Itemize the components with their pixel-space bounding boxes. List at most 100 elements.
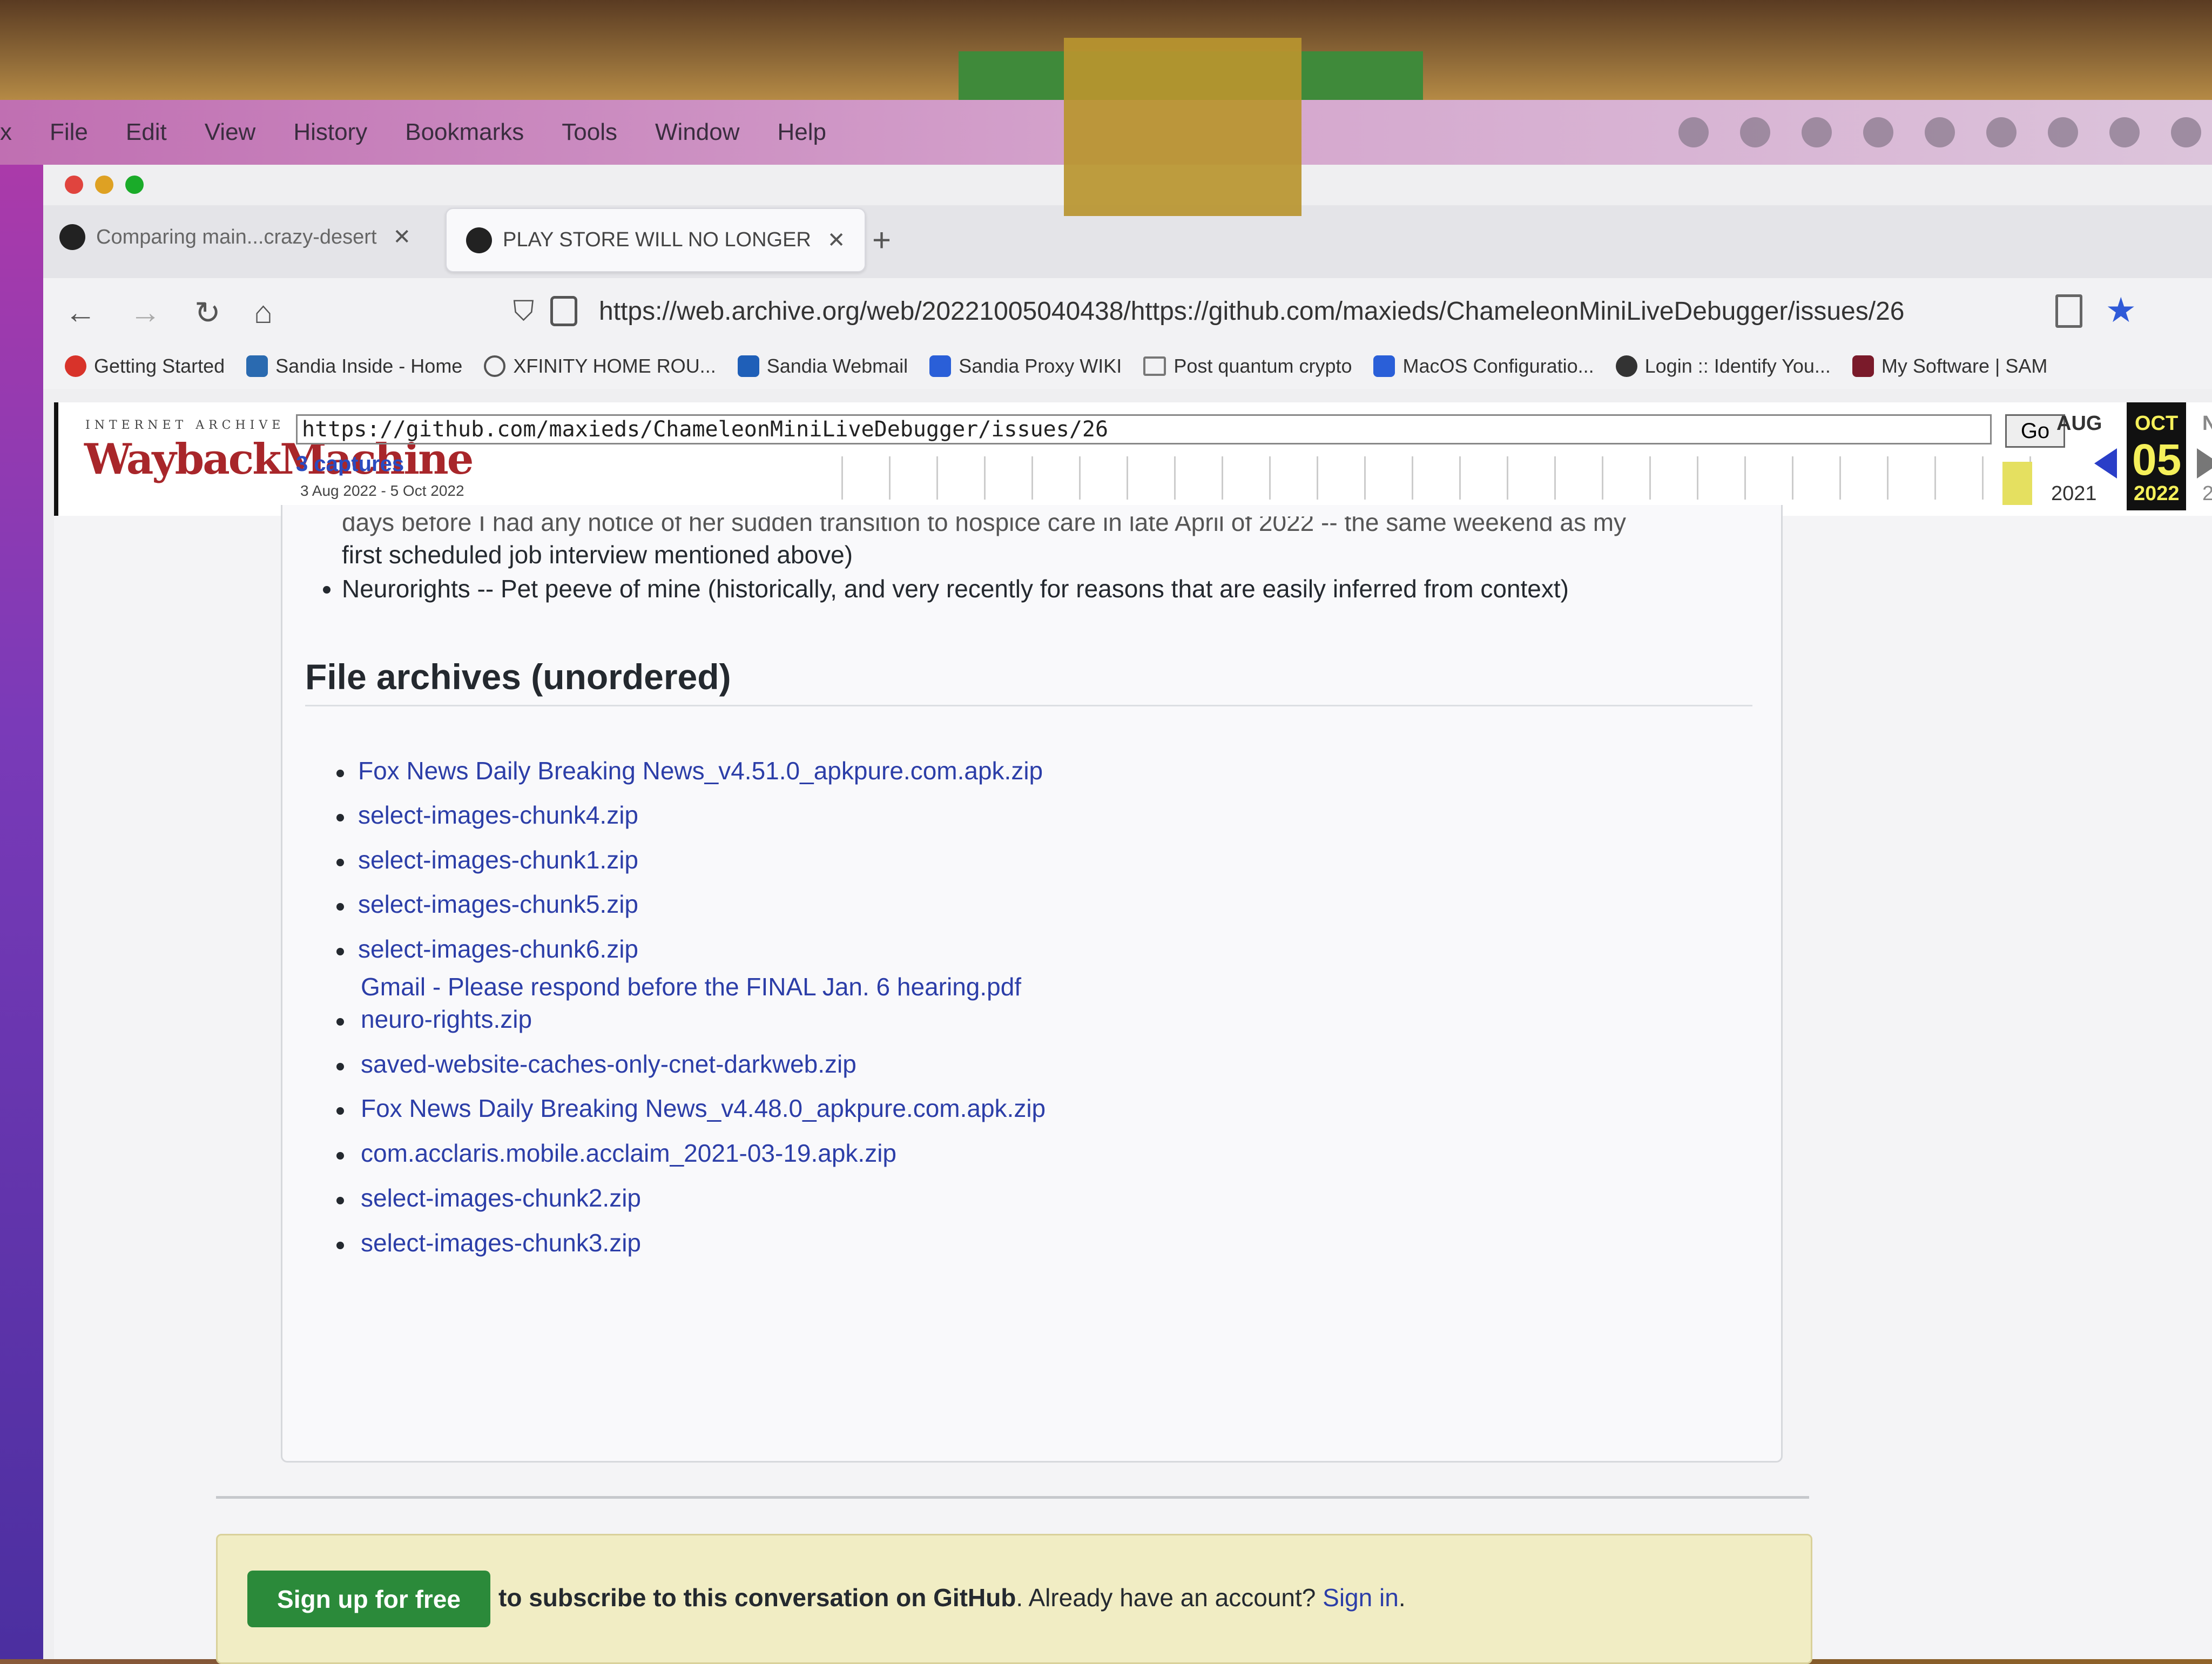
back-icon[interactable]: ← (65, 294, 96, 331)
timeline-divider (216, 1496, 1809, 1499)
file-link[interactable]: Fox News Daily Breaking News_v4.51.0_apk… (358, 756, 1043, 785)
menu-history[interactable]: History (293, 119, 367, 146)
bookmark-getting-started[interactable]: Getting Started (65, 355, 225, 378)
lock-icon[interactable] (550, 296, 578, 326)
bookmark-sandia-inside[interactable]: Sandia Inside - Home (246, 355, 462, 378)
firefox-icon (65, 355, 86, 377)
file-link[interactable]: Fox News Daily Breaking News_v4.48.0_apk… (361, 1094, 1046, 1123)
internet-archive-label: INTERNET ARCHIVE (85, 419, 285, 432)
prev-year[interactable]: 2021 (2051, 482, 2097, 506)
shield-icon[interactable]: ⛉ (513, 295, 534, 328)
bullet (336, 1197, 344, 1204)
home-icon[interactable]: ⌂ (254, 294, 273, 331)
capture-sparkline[interactable] (841, 456, 2040, 500)
status-tray (1678, 100, 2201, 165)
bookmark-label: Getting Started (94, 354, 225, 377)
reader-view-icon[interactable] (2055, 294, 2082, 328)
reload-icon[interactable]: ↻ (194, 294, 221, 331)
capture-marker[interactable] (2002, 462, 2032, 505)
next-month[interactable]: NC (2202, 412, 2212, 435)
menu-view[interactable]: View (205, 119, 256, 146)
file-link[interactable]: select-images-chunk1.zip (358, 845, 638, 874)
spotlight-icon[interactable] (2171, 117, 2201, 147)
bookmark-macos-config[interactable]: MacOS Configuratio... (1373, 355, 1594, 378)
tab-comparing[interactable]: Comparing main...crazy-desert ✕ (59, 205, 448, 269)
wifi-icon[interactable] (2109, 117, 2140, 147)
file-link[interactable]: select-images-chunk5.zip (358, 890, 638, 919)
time-machine-icon[interactable] (1863, 117, 1893, 147)
bullet (336, 1107, 344, 1115)
zoom-window-icon[interactable] (125, 176, 144, 194)
tab-play-store[interactable]: PLAY STORE WILL NO LONGER ✕ (446, 208, 866, 272)
prev-capture-icon[interactable] (2094, 448, 2117, 479)
bookmark-label: My Software | SAM (1881, 354, 2048, 377)
wayback-url-input[interactable]: https://github.com/maxieds/ChameleonMini… (296, 414, 1992, 444)
forward-icon[interactable]: → (130, 294, 161, 331)
file-link[interactable]: Gmail - Please respond before the FINAL … (361, 972, 1021, 1001)
captures-link[interactable]: 3 captures (296, 452, 404, 476)
volume-icon[interactable] (1925, 117, 1955, 147)
new-tab-button[interactable]: + (872, 221, 891, 259)
url-bar[interactable]: ⛉ https://web.archive.org/web/2022100504… (513, 289, 2079, 333)
signup-message: to subscribe to this conversation on Git… (498, 1583, 1406, 1612)
file-link[interactable]: com.acclaris.mobile.acclaim_2021-03-19.a… (361, 1138, 896, 1168)
tab-strip: Comparing main...crazy-desert ✕ PLAY STO… (43, 205, 2212, 278)
menu-tools[interactable]: Tools (562, 119, 617, 146)
prev-month[interactable]: AUG (2056, 412, 2102, 435)
bullet (336, 1242, 344, 1249)
bookmark-post-quantum[interactable]: Post quantum crypto (1143, 355, 1352, 378)
globe-icon[interactable] (1740, 117, 1770, 147)
key-icon[interactable] (1802, 117, 1832, 147)
bookmark-my-software[interactable]: My Software | SAM (1852, 355, 2047, 378)
menu-window[interactable]: Window (655, 119, 740, 146)
menu-bookmarks[interactable]: Bookmarks (405, 119, 524, 146)
bullet (336, 948, 344, 955)
bookmark-sandia-webmail[interactable]: Sandia Webmail (737, 354, 908, 378)
file-link[interactable]: select-images-chunk3.zip (361, 1228, 641, 1257)
current-month: OCT (2135, 412, 2179, 435)
partial-text-line: days before I had any notice of her sudd… (342, 508, 1627, 536)
bookmark-star-icon[interactable]: ★ (2106, 290, 2136, 331)
bluetooth-icon[interactable] (1986, 117, 2017, 147)
vpn-icon[interactable] (1678, 117, 1709, 147)
menu-help[interactable]: Help (778, 119, 827, 146)
github-icon (59, 224, 85, 250)
text-line: first scheduled job interview mentioned … (342, 541, 853, 569)
file-link[interactable]: select-images-chunk2.zip (361, 1183, 641, 1212)
sign-in-link[interactable]: Sign in (1323, 1584, 1399, 1612)
bullet (336, 1152, 344, 1160)
next-year[interactable]: 20 (2202, 482, 2212, 506)
bookmark-xfinity[interactable]: XFINITY HOME ROU... (484, 355, 716, 378)
navigation-bar: ← → ↻ ⌂ ⛉ https://web.archive.org/web/20… (43, 278, 2212, 343)
close-tab-icon[interactable]: ✕ (393, 225, 412, 250)
heading-divider (305, 705, 1752, 706)
file-link[interactable]: select-images-chunk6.zip (358, 934, 638, 964)
menu-app[interactable]: x (0, 119, 12, 146)
bookmark-sandia-proxy-wiki[interactable]: Sandia Proxy WIKI (929, 355, 1122, 378)
confluence-icon (1373, 355, 1395, 377)
close-tab-icon[interactable]: ✕ (827, 228, 846, 253)
menu-file[interactable]: File (50, 119, 88, 146)
file-link[interactable]: neuro-rights.zip (361, 1005, 532, 1034)
current-year: 2022 (2134, 482, 2180, 505)
file-link[interactable]: saved-website-caches-only-cnet-darkweb.z… (361, 1049, 857, 1079)
next-capture-icon[interactable] (2197, 448, 2212, 479)
bullet (336, 1063, 344, 1070)
url-text[interactable]: https://web.archive.org/web/202210050404… (599, 297, 1904, 326)
bookmark-label: XFINITY HOME ROU... (513, 354, 716, 377)
menu-edit[interactable]: Edit (126, 119, 167, 146)
tape-over-screen (1064, 38, 1301, 216)
outlook-icon (737, 355, 759, 377)
tab-label: Comparing main...crazy-desert (96, 225, 377, 248)
browser-window: Comparing main...crazy-desert ✕ PLAY STO… (43, 165, 2212, 1664)
section-heading: File archives (unordered) (305, 657, 731, 697)
file-link[interactable]: select-images-chunk4.zip (358, 800, 638, 830)
close-window-icon[interactable] (65, 176, 83, 194)
signup-text: to subscribe to this conversation on Git… (498, 1584, 1016, 1612)
signup-button[interactable]: Sign up for free (247, 1571, 490, 1627)
battery-icon[interactable] (2048, 117, 2078, 147)
bookmark-label: Sandia Webmail (766, 354, 908, 377)
confluence-icon (929, 355, 952, 377)
minimize-window-icon[interactable] (95, 176, 113, 194)
bookmark-login[interactable]: Login :: Identify You... (1615, 355, 1831, 378)
